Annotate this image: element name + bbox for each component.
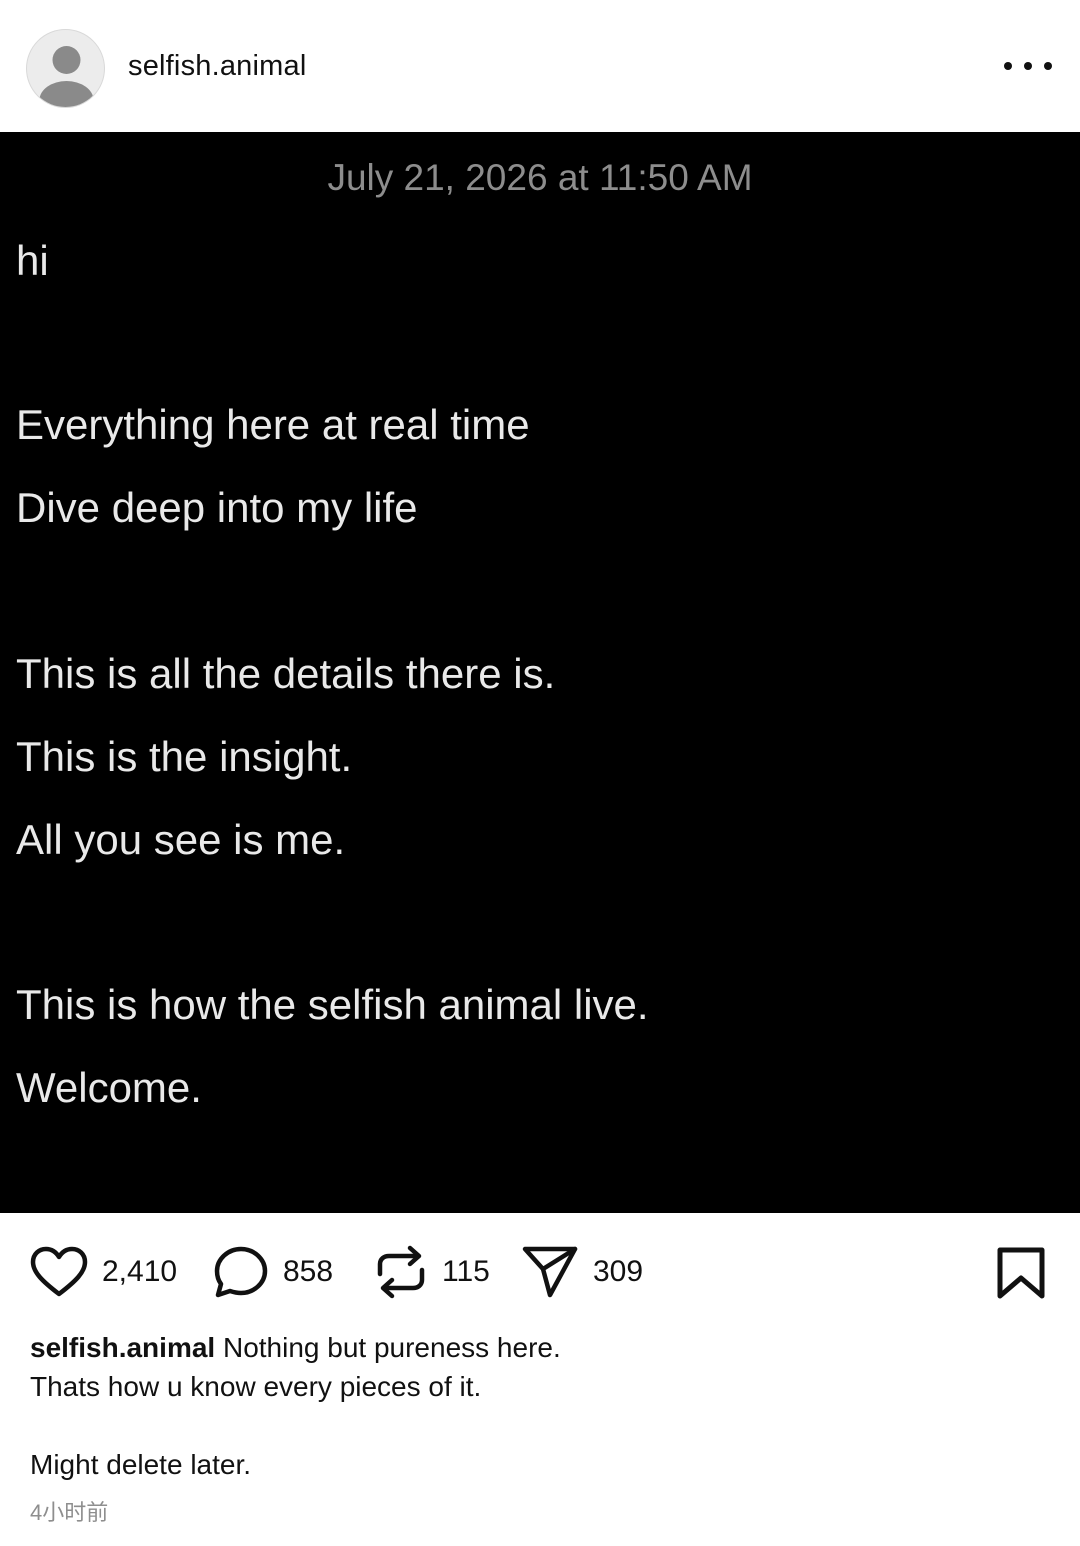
caption-author[interactable]: selfish.animal <box>30 1332 215 1363</box>
note-line: Everything here at real time <box>16 401 530 448</box>
caption-line-3: Might delete later. <box>30 1449 252 1480</box>
avatar[interactable] <box>26 29 105 108</box>
post-timestamp: 4小时前 <box>30 1500 109 1525</box>
send-icon <box>522 1246 578 1298</box>
bookmark-icon <box>997 1247 1045 1299</box>
more-options-button[interactable] <box>1004 50 1052 82</box>
like-button[interactable]: 2,410 <box>30 1213 177 1331</box>
repost-icon <box>377 1245 425 1299</box>
note-line: This is all the details there is. <box>16 650 556 697</box>
share-count: 309 <box>593 1255 644 1288</box>
more-horizontal-icon <box>1004 62 1012 70</box>
caption-text: Nothing but pureness here. <box>222 1332 561 1363</box>
post-image[interactable]: July 21, 2026 at 11:50 AM hi Everything … <box>0 132 1080 1213</box>
comment-count: 858 <box>283 1255 334 1288</box>
username[interactable]: selfish.animal <box>128 48 307 84</box>
note-line: All you see is me. <box>16 816 346 863</box>
caption: selfish.animal Nothing but pureness here… <box>30 1328 1050 1484</box>
note-line: Dive deep into my life <box>16 484 418 531</box>
caption-line-1: selfish.animal Nothing but pureness here… <box>30 1328 1050 1367</box>
bookmark-button[interactable] <box>996 1247 1046 1299</box>
note-line: Welcome. <box>16 1064 202 1111</box>
like-count: 2,410 <box>102 1255 178 1288</box>
repost-button[interactable]: 115 <box>374 1213 490 1331</box>
heart-icon <box>30 1246 88 1297</box>
post-header: selfish.animal <box>0 0 1080 132</box>
note-line: This is how the selfish animal live. <box>16 981 649 1028</box>
note-date: July 21, 2026 at 11:50 AM <box>327 157 753 198</box>
more-dot <box>1024 62 1032 70</box>
comment-icon <box>214 1246 268 1298</box>
note-line: This is the insight. <box>16 733 353 780</box>
caption-line-2: Thats how u know every pieces of it. <box>30 1371 482 1402</box>
repost-count: 115 <box>442 1255 490 1288</box>
default-avatar-icon <box>39 46 94 107</box>
share-button[interactable]: 309 <box>521 1213 643 1331</box>
action-bar: 2,410 858 115 309 <box>0 1213 1080 1331</box>
more-dot <box>1044 62 1052 70</box>
note-line: hi <box>16 237 49 284</box>
comment-button[interactable]: 858 <box>213 1213 333 1331</box>
